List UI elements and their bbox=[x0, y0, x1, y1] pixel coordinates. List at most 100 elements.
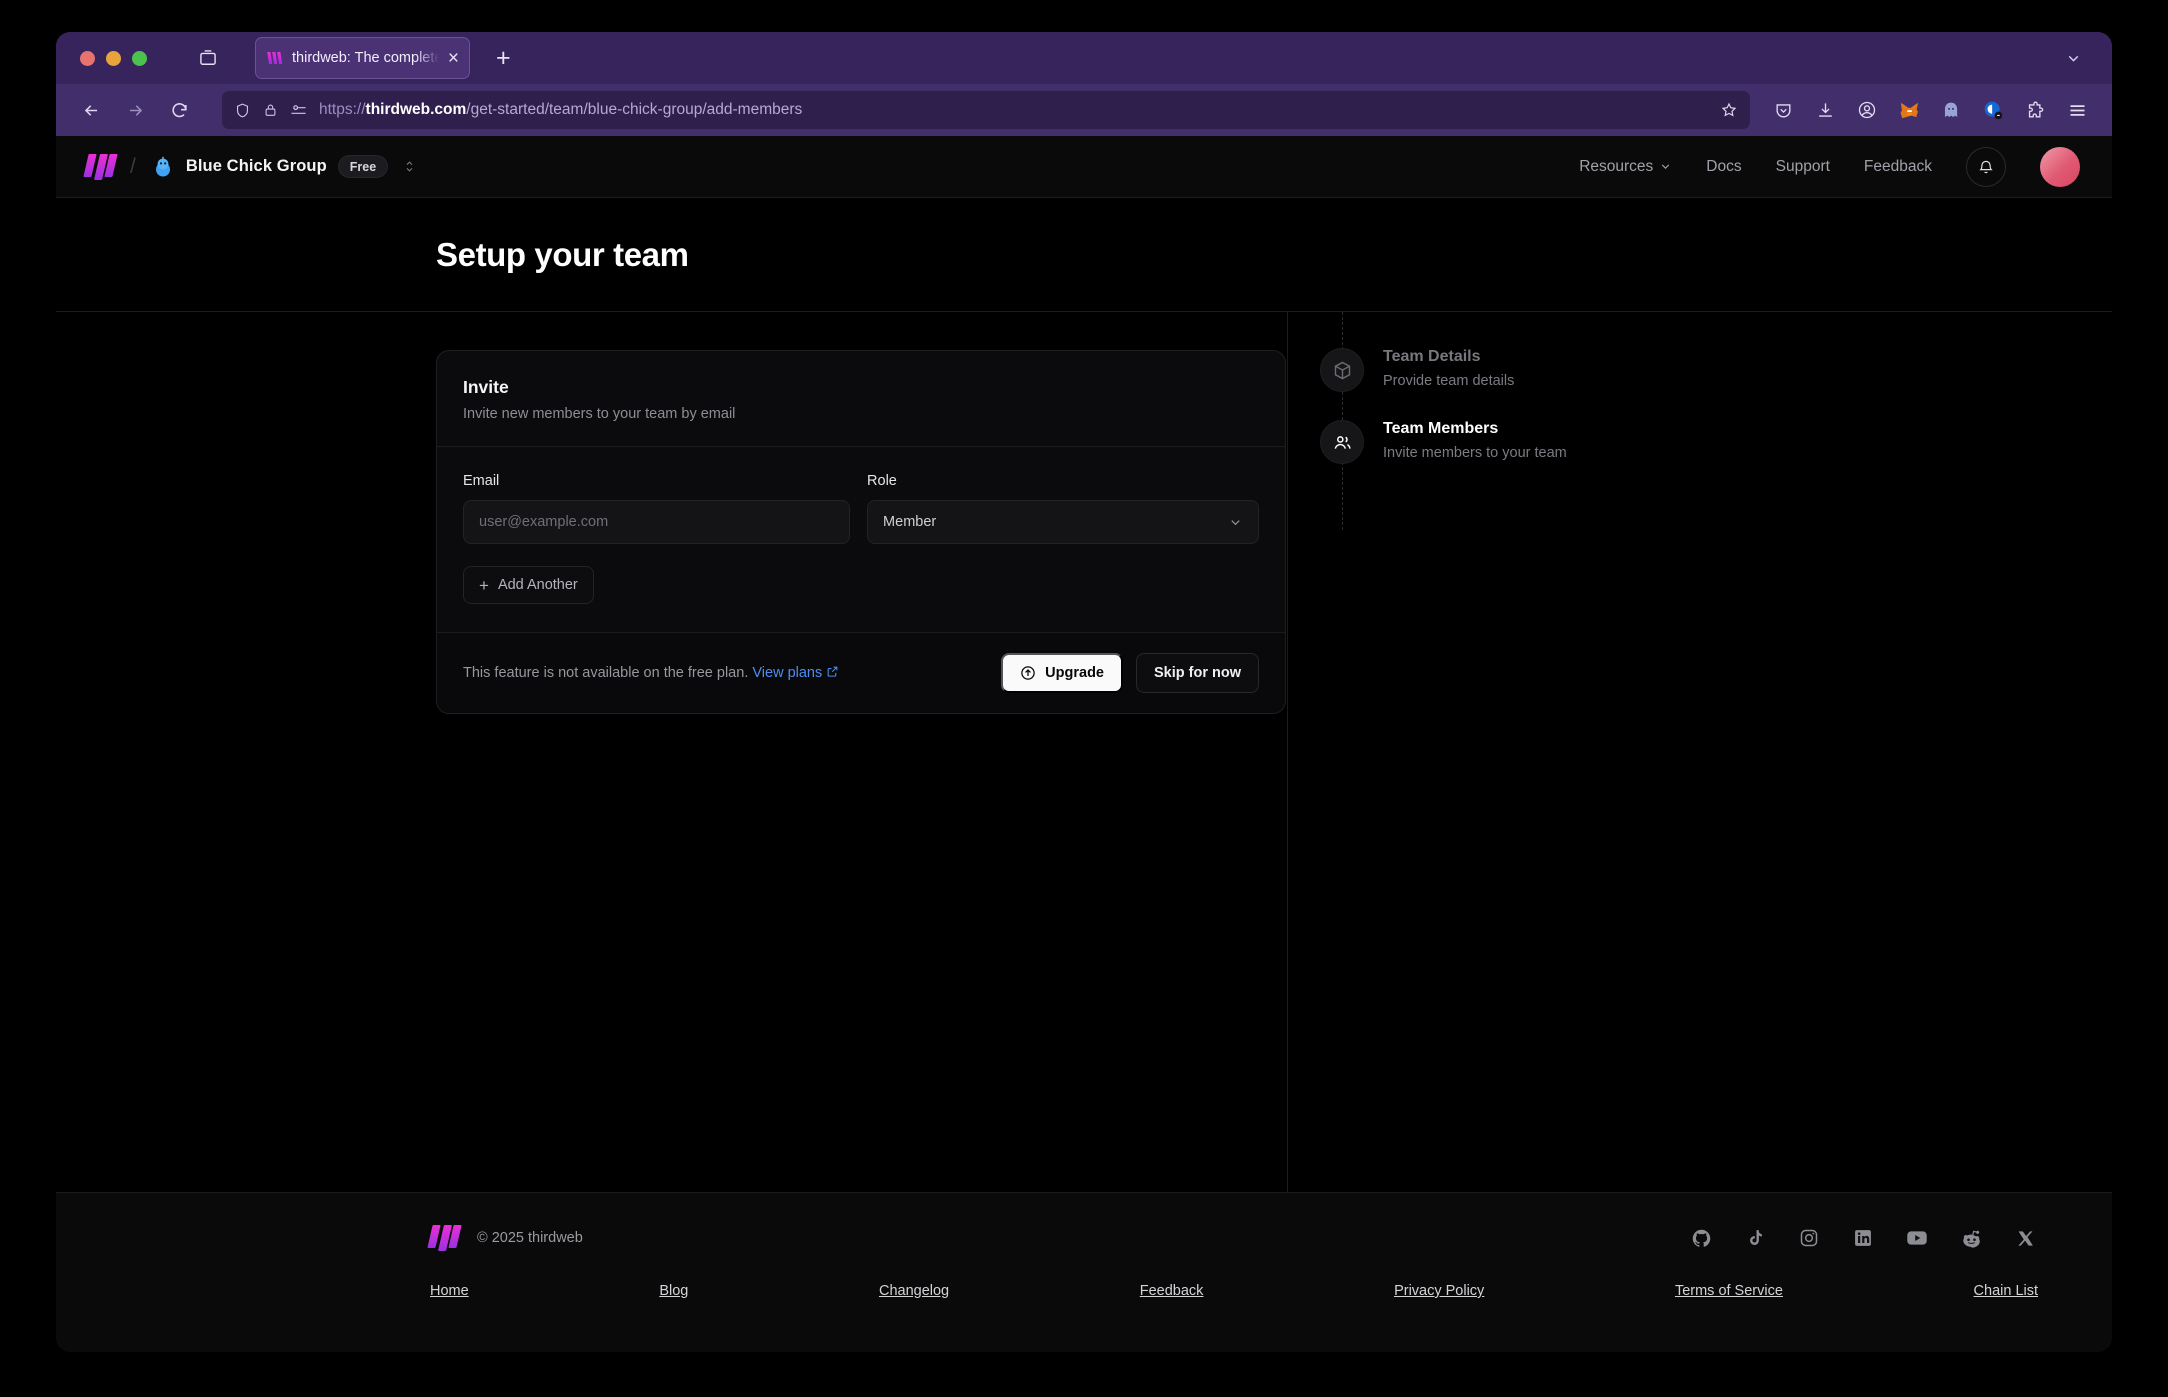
form-column: Invite Invite new members to your team b… bbox=[56, 312, 1288, 1192]
lock-icon[interactable] bbox=[263, 102, 278, 118]
chevron-up-down-icon[interactable] bbox=[402, 158, 417, 175]
footer-links: Home Blog Changelog Feedback Privacy Pol… bbox=[90, 1283, 2078, 1343]
url-text: https://thirdweb.com/get-started/team/bl… bbox=[319, 101, 802, 119]
nav-link-feedback[interactable]: Feedback bbox=[1864, 158, 1932, 176]
arrow-up-circle-icon bbox=[1020, 665, 1036, 681]
shield-icon[interactable] bbox=[234, 102, 251, 119]
url-bar[interactable]: https://thirdweb.com/get-started/team/bl… bbox=[222, 91, 1750, 129]
step-team-members[interactable]: Team Members Invite members to your team bbox=[1320, 418, 2112, 490]
invite-card-body: Email user@example.com Role Member + Add… bbox=[437, 447, 1285, 633]
team-switcher[interactable]: Blue Chick Group Free bbox=[151, 155, 417, 179]
step-team-members-text: Team Members Invite members to your team bbox=[1383, 418, 1567, 461]
blue-extension-icon[interactable] bbox=[1976, 93, 2010, 127]
footer-copyright: © 2025 thirdweb bbox=[477, 1230, 583, 1246]
github-icon[interactable] bbox=[1690, 1227, 1712, 1249]
tab-list-icon[interactable] bbox=[191, 41, 225, 75]
thirdweb-logo-icon[interactable] bbox=[427, 1225, 462, 1251]
close-window-button[interactable] bbox=[80, 50, 95, 66]
reddit-icon[interactable] bbox=[1960, 1227, 1982, 1249]
onboarding-steps: Team Details Provide team details Team M… bbox=[1288, 312, 2112, 530]
steps-column: Team Details Provide team details Team M… bbox=[1288, 312, 2112, 1192]
invite-card-footer: This feature is not available on the fre… bbox=[437, 633, 1285, 713]
plan-notice: This feature is not available on the fre… bbox=[463, 665, 839, 681]
footer-link-chain-list[interactable]: Chain List bbox=[1974, 1283, 2038, 1299]
account-icon[interactable] bbox=[1850, 93, 1884, 127]
upgrade-button[interactable]: Upgrade bbox=[1001, 653, 1123, 693]
page-title: Setup your team bbox=[436, 235, 689, 273]
role-label: Role bbox=[867, 473, 897, 489]
pocket-icon[interactable] bbox=[1766, 93, 1800, 127]
footer-link-home[interactable]: Home bbox=[430, 1283, 469, 1299]
email-input[interactable]: user@example.com bbox=[463, 500, 851, 544]
view-plans-link[interactable]: View plans bbox=[752, 665, 822, 681]
nav-link-docs[interactable]: Docs bbox=[1706, 158, 1741, 176]
downloads-icon[interactable] bbox=[1808, 93, 1842, 127]
plan-badge: Free bbox=[337, 155, 389, 178]
breadcrumb-separator: / bbox=[130, 154, 136, 178]
url-domain: thirdweb.com bbox=[365, 101, 467, 118]
footer-link-changelog[interactable]: Changelog bbox=[879, 1283, 949, 1299]
tiktok-icon[interactable] bbox=[1744, 1227, 1766, 1249]
avatar[interactable] bbox=[2040, 146, 2080, 187]
skip-for-now-button[interactable]: Skip for now bbox=[1136, 653, 1259, 693]
nav-link-resources-label: Resources bbox=[1579, 157, 1654, 175]
footer-link-feedback[interactable]: Feedback bbox=[1140, 1283, 1204, 1299]
linkedin-icon[interactable] bbox=[1852, 1227, 1874, 1249]
nav-link-resources[interactable]: Resources bbox=[1579, 158, 1672, 176]
youtube-icon[interactable] bbox=[1906, 1227, 1928, 1249]
bookmark-star-icon[interactable] bbox=[1720, 101, 1738, 119]
tabstrip-chevron-down-icon[interactable] bbox=[2065, 50, 2098, 67]
footer-brand: © 2025 thirdweb bbox=[427, 1225, 583, 1251]
users-icon bbox=[1320, 420, 1364, 464]
close-icon[interactable]: × bbox=[448, 49, 459, 68]
cube-icon bbox=[1320, 348, 1364, 392]
invite-row: Email user@example.com Role Member bbox=[463, 473, 1259, 544]
ghost-extension-icon[interactable] bbox=[1934, 93, 1968, 127]
browser-window: thirdweb: The complete web3 d × + bbox=[56, 32, 2112, 1352]
screen: thirdweb: The complete web3 d × + bbox=[0, 0, 2168, 1397]
role-select[interactable]: Member bbox=[867, 500, 1259, 544]
footer-socials bbox=[1690, 1227, 2036, 1249]
page-permissions-icon[interactable] bbox=[290, 103, 307, 118]
footer-link-terms-of-service[interactable]: Terms of Service bbox=[1675, 1283, 1783, 1299]
footer-link-blog[interactable]: Blog bbox=[659, 1283, 688, 1299]
step-team-details-text: Team Details Provide team details bbox=[1383, 346, 1514, 389]
nav-link-support[interactable]: Support bbox=[1776, 158, 1830, 176]
url-scheme: https:// bbox=[319, 101, 366, 118]
minimize-window-button[interactable] bbox=[106, 50, 121, 66]
invite-card-title: Invite bbox=[463, 377, 509, 397]
email-field-group: Email user@example.com bbox=[463, 473, 851, 544]
extensions-puzzle-icon[interactable] bbox=[2018, 93, 2052, 127]
back-arrow-icon[interactable] bbox=[72, 91, 110, 129]
main-content: Invite Invite new members to your team b… bbox=[56, 312, 2112, 1192]
thirdweb-logo-icon[interactable] bbox=[83, 153, 118, 180]
reload-icon[interactable] bbox=[160, 91, 198, 129]
bell-icon[interactable] bbox=[1966, 146, 2006, 187]
step-team-details-subtitle: Provide team details bbox=[1383, 373, 1515, 389]
browser-tab-title: thirdweb: The complete web3 d bbox=[292, 50, 439, 66]
external-link-icon[interactable] bbox=[826, 665, 839, 678]
email-label: Email bbox=[463, 473, 500, 489]
app-navbar: / Blue Chick Group Free Resources Docs S… bbox=[56, 136, 2112, 198]
plus-icon: + bbox=[479, 575, 489, 595]
url-path: /get-started/team/blue-chick-group/add-m… bbox=[466, 101, 803, 118]
upgrade-label: Upgrade bbox=[1045, 665, 1104, 681]
role-select-value: Member bbox=[883, 514, 937, 530]
maximize-window-button[interactable] bbox=[132, 50, 147, 66]
browser-tab[interactable]: thirdweb: The complete web3 d × bbox=[255, 37, 470, 79]
metamask-extension-icon[interactable] bbox=[1892, 93, 1926, 127]
app-menu-icon[interactable] bbox=[2060, 93, 2094, 127]
forward-arrow-icon[interactable] bbox=[116, 91, 154, 129]
footer-link-privacy-policy[interactable]: Privacy Policy bbox=[1394, 1283, 1484, 1299]
step-team-details[interactable]: Team Details Provide team details bbox=[1320, 346, 2112, 418]
invite-card-subtitle: Invite new members to your team by email bbox=[463, 406, 736, 422]
x-icon[interactable] bbox=[2014, 1227, 2036, 1249]
add-another-button[interactable]: + Add Another bbox=[463, 566, 594, 604]
blue-chick-avatar-icon bbox=[151, 155, 175, 179]
invite-card: Invite Invite new members to your team b… bbox=[436, 350, 1286, 714]
add-another-label: Add Another bbox=[497, 577, 578, 593]
step-team-details-title: Team Details bbox=[1383, 348, 1481, 365]
instagram-icon[interactable] bbox=[1798, 1227, 1820, 1249]
new-tab-button[interactable]: + bbox=[490, 45, 517, 71]
window-controls[interactable] bbox=[70, 50, 147, 66]
